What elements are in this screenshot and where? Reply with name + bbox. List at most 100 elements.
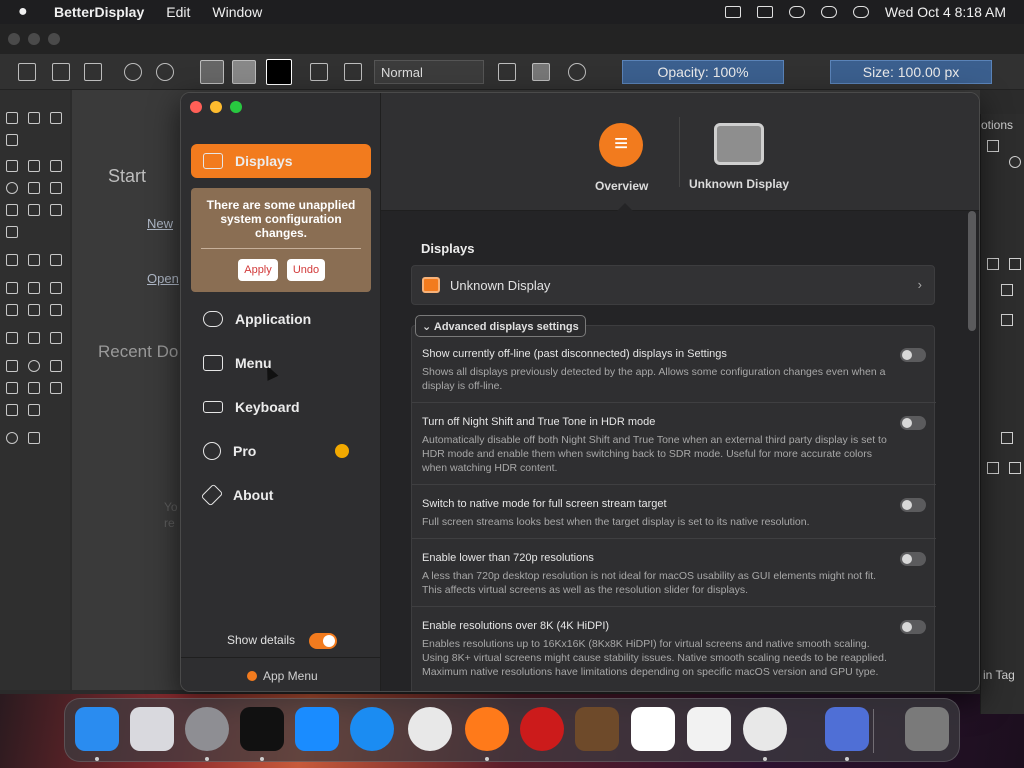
line-tool-icon[interactable] xyxy=(28,160,40,172)
crop-tool-icon[interactable] xyxy=(50,254,62,266)
vscode-icon[interactable] xyxy=(631,707,675,751)
display-row-unknown[interactable]: Unknown Display › xyxy=(411,265,935,305)
bg-zoom-button[interactable] xyxy=(48,33,60,45)
assistant-tool-icon[interactable] xyxy=(6,332,18,344)
gradient-icon[interactable] xyxy=(232,60,256,84)
eraser-icon[interactable] xyxy=(498,63,516,81)
zoom-button[interactable] xyxy=(230,101,242,113)
hamburger-icon[interactable] xyxy=(1001,314,1013,326)
menu-edit[interactable]: Edit xyxy=(166,4,190,20)
reload-icon[interactable] xyxy=(568,63,586,81)
bg-close-button[interactable] xyxy=(8,33,20,45)
smart-patch-icon[interactable] xyxy=(28,304,40,316)
terminal-icon[interactable] xyxy=(240,707,284,751)
minimize-button[interactable] xyxy=(210,101,222,113)
trash-icon[interactable] xyxy=(1001,432,1013,444)
undo-button[interactable]: Undo xyxy=(287,259,325,281)
undo-icon[interactable] xyxy=(124,63,142,81)
app-store-icon[interactable] xyxy=(295,707,339,751)
setting-toggle[interactable] xyxy=(900,498,926,512)
sidebar-item-pro[interactable]: Pro xyxy=(191,434,371,468)
similar-select-icon[interactable] xyxy=(50,382,62,394)
tab-unknown-display[interactable]: Unknown Display xyxy=(689,123,789,191)
fill-pattern-icon[interactable] xyxy=(50,304,62,316)
sidebar-item-menu[interactable]: Menu xyxy=(191,346,371,380)
app-menu-button[interactable]: App Menu xyxy=(247,669,318,683)
alpha-icon[interactable] xyxy=(532,63,550,81)
save-icon[interactable] xyxy=(84,63,102,81)
close-docker-icon-2[interactable] xyxy=(1009,462,1021,474)
launchpad-icon[interactable] xyxy=(130,707,174,751)
ellipse-tool-icon[interactable] xyxy=(6,182,18,194)
show-details-toggle[interactable] xyxy=(309,633,337,649)
polyline-tool-icon[interactable] xyxy=(50,182,62,194)
float-docker-icon-2[interactable] xyxy=(987,258,999,270)
pan-tool-icon[interactable] xyxy=(28,432,40,444)
polygon-select-icon[interactable] xyxy=(50,360,62,372)
setting-toggle[interactable] xyxy=(900,620,926,634)
sidebar-item-keyboard[interactable]: Keyboard xyxy=(191,390,371,424)
freehand-path-icon[interactable] xyxy=(28,204,40,216)
menu-app-name[interactable]: BetterDisplay xyxy=(54,4,144,20)
content-scrollbar[interactable] xyxy=(968,211,976,331)
chrome-icon[interactable] xyxy=(408,707,452,751)
safari-icon[interactable] xyxy=(350,707,394,751)
rect-select-icon[interactable] xyxy=(6,360,18,372)
move-tool-icon[interactable] xyxy=(28,254,40,266)
sidebar-item-about[interactable]: About xyxy=(191,478,371,512)
betterdisplay-icon[interactable] xyxy=(825,707,869,751)
brush-tool-icon[interactable] xyxy=(6,160,18,172)
garageband-icon[interactable] xyxy=(575,707,619,751)
rectangle-tool-icon[interactable] xyxy=(50,160,62,172)
system-settings-icon[interactable] xyxy=(185,707,229,751)
redo-icon[interactable] xyxy=(156,63,174,81)
display-menu-icon[interactable] xyxy=(724,6,741,18)
ellipse-select-icon[interactable] xyxy=(28,360,40,372)
setting-toggle[interactable] xyxy=(900,348,926,362)
calligraphy-tool-icon[interactable] xyxy=(6,134,18,146)
bezier-tool-icon[interactable] xyxy=(6,204,18,216)
menu-window[interactable]: Window xyxy=(212,4,262,20)
magnetic-select-icon[interactable] xyxy=(28,404,40,416)
brush-settings-icon[interactable] xyxy=(310,63,328,81)
sidebar-item-application[interactable]: Application xyxy=(191,302,371,336)
blend-mode-select[interactable]: Normal xyxy=(374,60,484,84)
new-doc-icon[interactable] xyxy=(18,63,36,81)
multibrush-icon[interactable] xyxy=(6,226,18,238)
select-tool-icon[interactable] xyxy=(6,112,18,124)
setting-toggle[interactable] xyxy=(900,416,926,430)
measure-tool-icon[interactable] xyxy=(28,332,40,344)
open-file-link[interactable]: Open xyxy=(147,271,179,286)
bg-minimize-button[interactable] xyxy=(28,33,40,45)
pattern-icon[interactable] xyxy=(200,60,224,84)
dynamic-brush-icon[interactable] xyxy=(50,204,62,216)
new-file-link[interactable]: New xyxy=(147,216,173,231)
siri-icon[interactable] xyxy=(852,6,869,18)
size-slider[interactable]: Size: 100.00 px xyxy=(830,60,992,84)
menubar-clock[interactable]: Wed Oct 4 8:18 AM xyxy=(885,4,1006,20)
presets-icon[interactable] xyxy=(344,63,362,81)
firefox-icon[interactable] xyxy=(465,707,509,751)
text-tool-icon[interactable] xyxy=(28,112,40,124)
bezier-select-icon[interactable] xyxy=(6,404,18,416)
opera-icon[interactable] xyxy=(520,707,564,751)
search-icon[interactable] xyxy=(788,6,805,18)
advanced-settings-disclosure[interactable]: ⌄ Advanced displays settings xyxy=(415,315,586,337)
reference-tool-icon[interactable] xyxy=(50,332,62,344)
finder-icon[interactable] xyxy=(75,707,119,751)
colorize-tool-icon[interactable] xyxy=(6,304,18,316)
fill-tool-icon[interactable] xyxy=(50,282,62,294)
apply-button[interactable]: Apply xyxy=(238,259,278,281)
textedit-icon[interactable] xyxy=(687,707,731,751)
freehand-select-icon[interactable] xyxy=(6,382,18,394)
tab-overview[interactable]: Overview xyxy=(595,123,648,193)
float-docker-icon[interactable] xyxy=(987,140,999,152)
gradient-tool-icon[interactable] xyxy=(6,282,18,294)
close-button[interactable] xyxy=(190,101,202,113)
polygon-tool-icon[interactable] xyxy=(28,182,40,194)
transform-tool-icon[interactable] xyxy=(6,254,18,266)
float-docker-icon-3[interactable] xyxy=(987,462,999,474)
opacity-slider[interactable]: Opacity: 100% xyxy=(622,60,784,84)
control-center-icon[interactable] xyxy=(820,6,837,18)
color-picker-icon[interactable] xyxy=(28,282,40,294)
